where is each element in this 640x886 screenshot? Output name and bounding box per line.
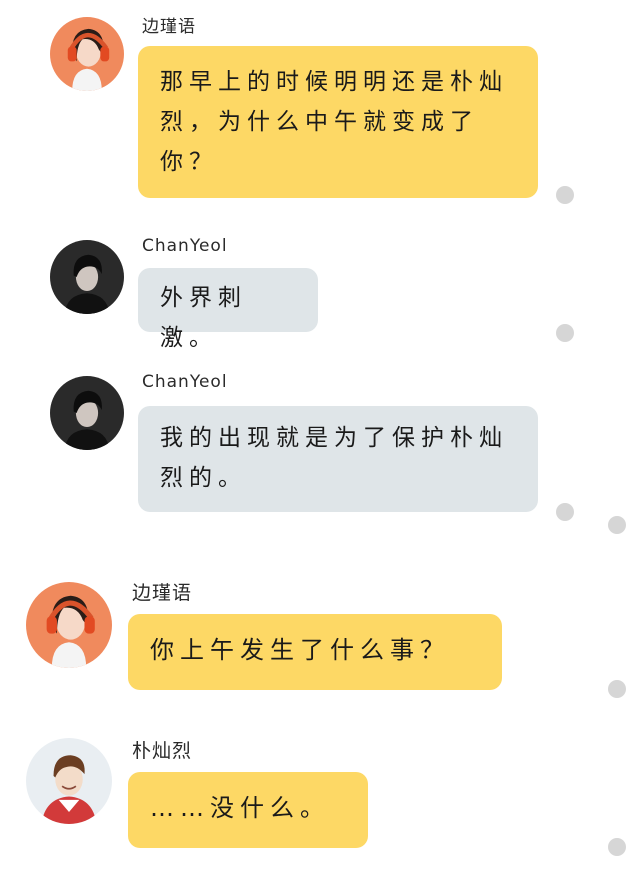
smiling-man-avatar-icon (26, 738, 112, 824)
unread-dot (608, 838, 626, 856)
sender-name: 朴灿烈 (132, 740, 193, 762)
sender-avatar[interactable] (26, 738, 112, 824)
message-bubble[interactable]: ……没什么。 (128, 772, 368, 848)
chat-message: 朴灿烈 ……没什么。 (0, 0, 640, 886)
